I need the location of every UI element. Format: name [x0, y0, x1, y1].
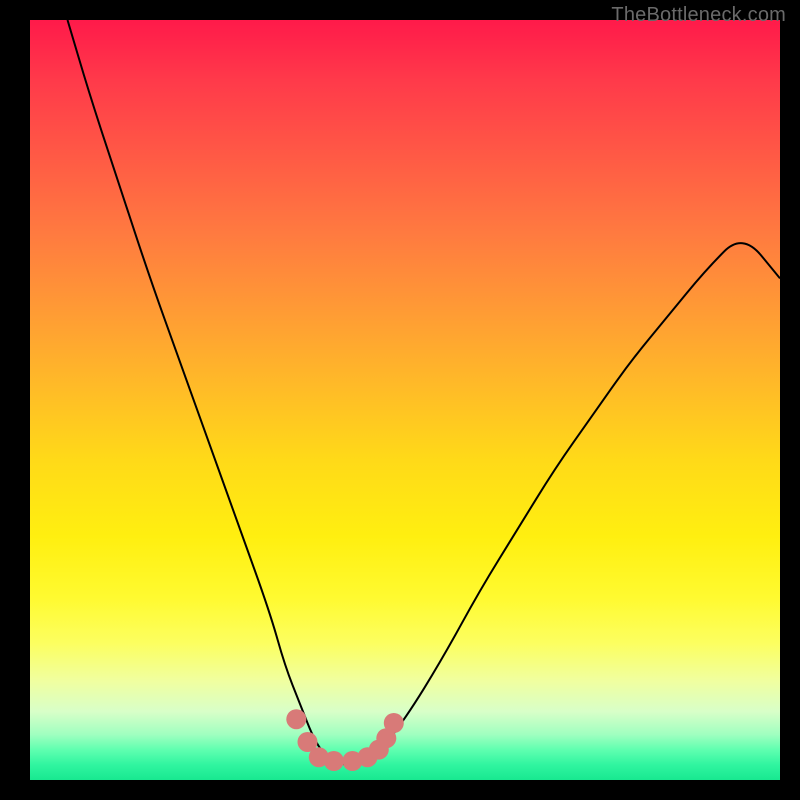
- bottleneck-chart-svg: [30, 20, 780, 780]
- chart-plot-area: [30, 20, 780, 780]
- optimal-marker: [384, 713, 404, 733]
- watermark-text: TheBottleneck.com: [611, 4, 786, 27]
- bottleneck-curve-path: [68, 20, 781, 765]
- optimal-zone-markers: [286, 709, 404, 771]
- optimal-marker: [286, 709, 306, 729]
- optimal-marker: [324, 751, 344, 771]
